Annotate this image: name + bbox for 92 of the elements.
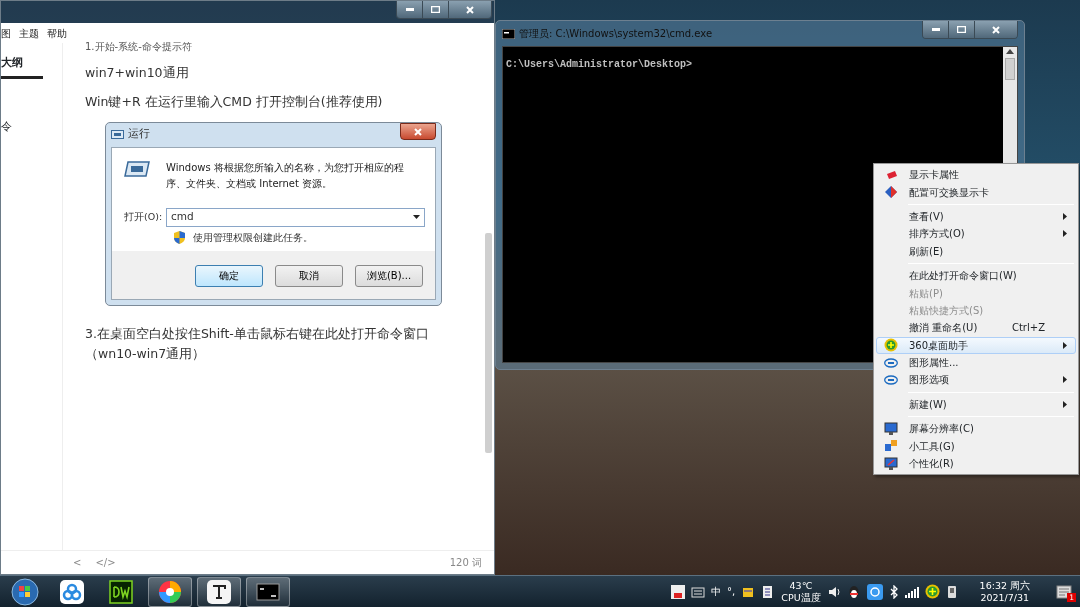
oval-logo-icon [884, 373, 898, 387]
maximize-icon [431, 6, 440, 13]
shield-icon [174, 231, 185, 245]
scrollbar-thumb[interactable] [485, 233, 492, 453]
field-label: 打开(O): [124, 209, 163, 224]
maximize-button[interactable] [423, 1, 449, 18]
close-button[interactable] [449, 1, 491, 18]
paragraph-text: 3.在桌面空白处按住Shift-单击鼠标右键在此处打开命令窗口（wn10-win7通用） [85, 324, 430, 363]
submenu-arrow-icon [1063, 341, 1067, 349]
signal-icon[interactable] [904, 585, 919, 598]
close-button[interactable] [400, 123, 436, 140]
monitor-icon [884, 456, 898, 471]
paragraph-text: Win键+R 在运行里输入CMD 打开控制台(推荐使用) [85, 92, 384, 111]
scrollbar-thumb[interactable] [1005, 58, 1015, 80]
source-code-button[interactable]: </> [95, 555, 116, 570]
menu-item[interactable]: 撤消 重命名(U) Ctrl+Z [876, 319, 1076, 337]
close-button[interactable] [975, 21, 1017, 38]
submenu-arrow-icon [1063, 230, 1067, 238]
color-wheel-icon [158, 579, 182, 604]
taskbar-button[interactable] [246, 576, 290, 607]
paragraph-text: win7+win10通用 [85, 64, 190, 82]
paragraph-text: 1.开始-系统-命令提示符 [85, 40, 193, 54]
command-combobox[interactable]: cmd [166, 207, 425, 227]
menu-item[interactable]: 刷新(E) [876, 242, 1076, 260]
run-icon [111, 130, 124, 139]
close-icon [466, 5, 474, 14]
menu-item[interactable]: 排序方式(O) [876, 225, 1076, 243]
ime-mode-button[interactable]: 中 [711, 584, 722, 599]
temperature-text: 43℃ [789, 579, 813, 592]
menu-item[interactable]: 图形属性... [876, 353, 1076, 372]
dialog-title: 运行 [128, 126, 150, 143]
console-icon [502, 28, 515, 39]
menu-item[interactable]: 查看(V) [876, 207, 1076, 226]
taskbar-button[interactable] [197, 576, 241, 607]
dialog-button[interactable]: 浏览(B)... [355, 264, 423, 287]
minimize-button[interactable] [397, 1, 423, 18]
menu-item[interactable]: 图 [1, 25, 11, 41]
ime-icon[interactable] [671, 584, 686, 599]
menu-item[interactable]: 360桌面助手 [876, 336, 1076, 354]
submenu-arrow-icon [1063, 212, 1067, 220]
menu-item[interactable]: 配置可交换显示卡 [876, 183, 1076, 201]
word-count: 120 词 [449, 556, 482, 570]
submenu-arrow-icon [1063, 400, 1067, 408]
field-value: cmd [171, 209, 194, 225]
minimize-icon [405, 8, 414, 11]
close-icon [414, 127, 422, 136]
menu-item[interactable]: 图形选项 [876, 371, 1076, 389]
monitor-icon [884, 421, 898, 436]
speaker-icon[interactable] [826, 584, 841, 599]
diamond-icon [884, 185, 898, 200]
notification-icon[interactable] [1056, 583, 1072, 600]
sidebar-item[interactable]: 令 [1, 118, 62, 135]
dialog-button[interactable]: 确定 [195, 264, 263, 287]
maximize-button[interactable] [949, 21, 975, 38]
outline-tab[interactable]: 大纲 [1, 53, 43, 79]
cloud-app-icon [60, 579, 84, 604]
menu-item[interactable]: 在此处打开命令窗口(W) [876, 266, 1076, 285]
window-title: 管理员: C:\Windows\system32\cmd.exe [519, 27, 713, 41]
gadget-icon [884, 439, 898, 454]
clock-time[interactable]: 16:32 周六 [979, 579, 1030, 592]
keyboard-icon[interactable] [691, 584, 706, 599]
menu-item[interactable]: 显示卡属性 [876, 166, 1076, 184]
menu-item[interactable]: 屏幕分辨率(C) [876, 420, 1076, 438]
plus-circle-icon [884, 338, 898, 353]
oval-logo-icon [884, 355, 898, 370]
taskbar-button[interactable] [148, 576, 192, 607]
maximize-icon [957, 26, 966, 33]
bluetooth-icon[interactable] [888, 584, 899, 599]
admin-note: 使用管理权限创建此任务。 [193, 230, 313, 245]
dialog-button[interactable]: 取消 [275, 264, 343, 287]
dropdown-icon [413, 215, 420, 219]
menu-item[interactable]: 帮助 [47, 25, 67, 41]
temperature-label: CPU温度 [781, 591, 821, 604]
dialog-description: Windows 将根据您所输入的名称，为您打开相应的程序、文件夹、文档或 Internet 资源。 [166, 160, 405, 191]
back-button[interactable]: < [73, 555, 82, 570]
minimize-icon [931, 28, 940, 31]
console-prompt: C:\Users\Administrator\Desktop> [506, 59, 693, 70]
submenu-arrow-icon [1063, 376, 1067, 384]
minimize-button[interactable] [923, 21, 949, 38]
menu-item[interactable]: 主题 [19, 25, 39, 41]
punctuation-button[interactable]: °, [727, 584, 736, 599]
run-program-icon [124, 159, 150, 178]
close-icon [992, 25, 1000, 34]
menu-item[interactable]: 个性化(R) [876, 454, 1076, 473]
menu-item[interactable]: 小工具(G) [876, 437, 1076, 455]
start-icon[interactable] [11, 577, 39, 606]
plus-circle-icon[interactable] [924, 584, 940, 599]
menu-item[interactable]: 新建(W) [876, 395, 1076, 414]
clock-date[interactable]: 2021/7/31 [980, 591, 1030, 604]
usb-device-icon[interactable] [945, 584, 958, 599]
app-tray-icon[interactable] [866, 583, 883, 600]
scroll-up-icon[interactable] [1006, 49, 1014, 54]
